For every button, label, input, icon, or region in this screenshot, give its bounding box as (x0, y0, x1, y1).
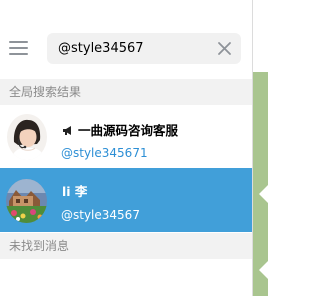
search-box (47, 33, 241, 64)
top-bar (0, 0, 252, 78)
arrow-icon (259, 185, 268, 203)
search-result-row[interactable]: 一曲源码咨询客服 @style345671 (0, 106, 252, 170)
avatar (7, 114, 47, 160)
section-header-no-messages: 未找到消息 (0, 233, 252, 259)
result-title: li 李 (62, 184, 88, 199)
search-result-row-selected[interactable]: li 李 @style34567 (0, 168, 252, 232)
megaphone-icon (63, 126, 71, 135)
search-input[interactable] (58, 33, 208, 64)
avatar (6, 179, 47, 223)
search-panel: 全局搜索结果 一曲源码咨询客服 @style345671 (0, 0, 252, 296)
result-username: @style34567 (61, 208, 140, 222)
chat-background-strip (252, 0, 268, 296)
close-icon[interactable] (217, 41, 232, 56)
section-header-global-results: 全局搜索结果 (0, 79, 252, 105)
result-title: 一曲源码咨询客服 (78, 123, 179, 138)
arrow-icon (259, 261, 268, 279)
result-username: @style345671 (61, 146, 148, 160)
menu-icon[interactable] (9, 41, 28, 55)
